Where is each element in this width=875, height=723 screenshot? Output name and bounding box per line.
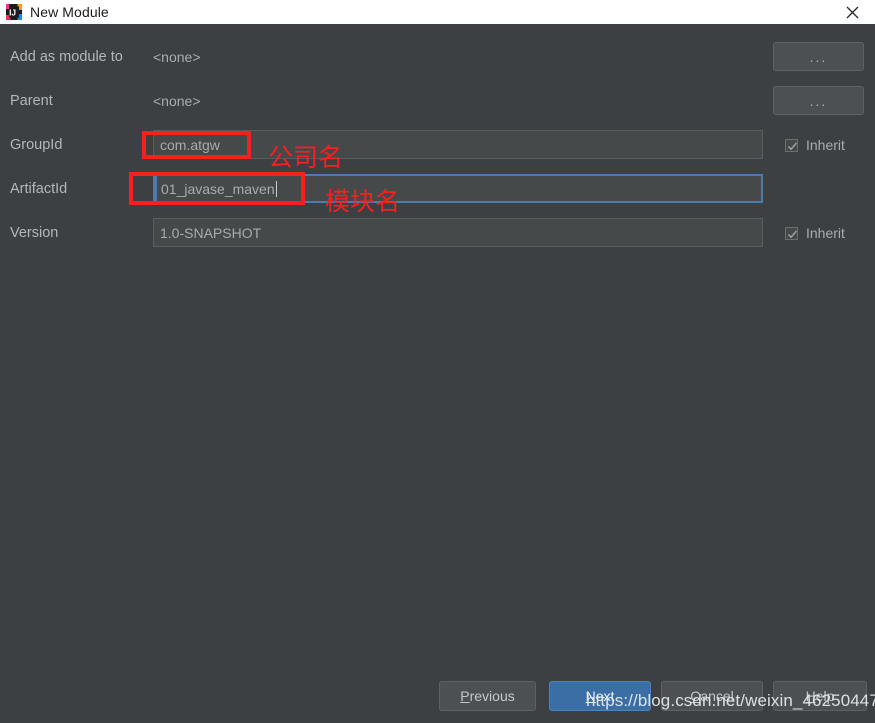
- window-title: New Module: [30, 4, 109, 20]
- version-inherit-label: Inherit: [806, 225, 845, 241]
- row-groupid: GroupId com.atgw Inherit: [0, 130, 875, 160]
- version-inherit-checkbox[interactable]: Inherit: [785, 218, 845, 248]
- checkbox-icon: [785, 226, 798, 240]
- svg-text:IJ: IJ: [9, 8, 16, 18]
- text-caret: [275, 180, 277, 197]
- label-artifactid: ArtifactId: [10, 181, 68, 197]
- version-value: 1.0-SNAPSHOT: [160, 224, 262, 241]
- value-add-as-module-to: <none>: [153, 49, 201, 65]
- dialog-button-bar: Previous Next Cancel Help: [0, 681, 875, 715]
- version-input[interactable]: 1.0-SNAPSHOT: [153, 218, 763, 247]
- row-version: Version 1.0-SNAPSHOT Inherit: [0, 218, 875, 248]
- artifactid-value: 01_javase_maven: [161, 180, 275, 197]
- row-parent: Parent <none> ...: [0, 86, 875, 116]
- label-add-as-module-to: Add as module to: [10, 49, 123, 65]
- browse-button-add-as-module-to[interactable]: ...: [773, 42, 864, 71]
- help-button[interactable]: Help: [773, 681, 867, 711]
- groupid-inherit-checkbox[interactable]: Inherit: [785, 130, 845, 160]
- title-bar: IJ New Module: [0, 0, 875, 25]
- row-add-as-module-to: Add as module to <none> ...: [0, 42, 875, 72]
- row-artifactid: ArtifactId 01_javase_maven: [0, 174, 875, 204]
- next-button[interactable]: Next: [549, 681, 651, 711]
- value-parent: <none>: [153, 93, 201, 109]
- intellij-idea-icon: IJ: [6, 4, 22, 20]
- groupid-inherit-label: Inherit: [806, 137, 845, 153]
- checkbox-icon: [785, 138, 798, 152]
- previous-button[interactable]: Previous: [439, 681, 536, 711]
- new-module-dialog: IJ New Module Add as module to <none> ..…: [0, 0, 875, 723]
- groupid-value: com.atgw: [160, 136, 220, 153]
- dialog-body: Add as module to <none> ... Parent <none…: [0, 24, 875, 723]
- cancel-button[interactable]: Cancel: [661, 681, 763, 711]
- artifactid-input[interactable]: 01_javase_maven: [153, 174, 763, 203]
- label-version: Version: [10, 225, 59, 241]
- browse-button-parent[interactable]: ...: [773, 86, 864, 115]
- close-icon[interactable]: [830, 0, 875, 24]
- groupid-input[interactable]: com.atgw: [153, 130, 763, 159]
- label-groupid: GroupId: [10, 137, 63, 153]
- label-parent: Parent: [10, 93, 53, 109]
